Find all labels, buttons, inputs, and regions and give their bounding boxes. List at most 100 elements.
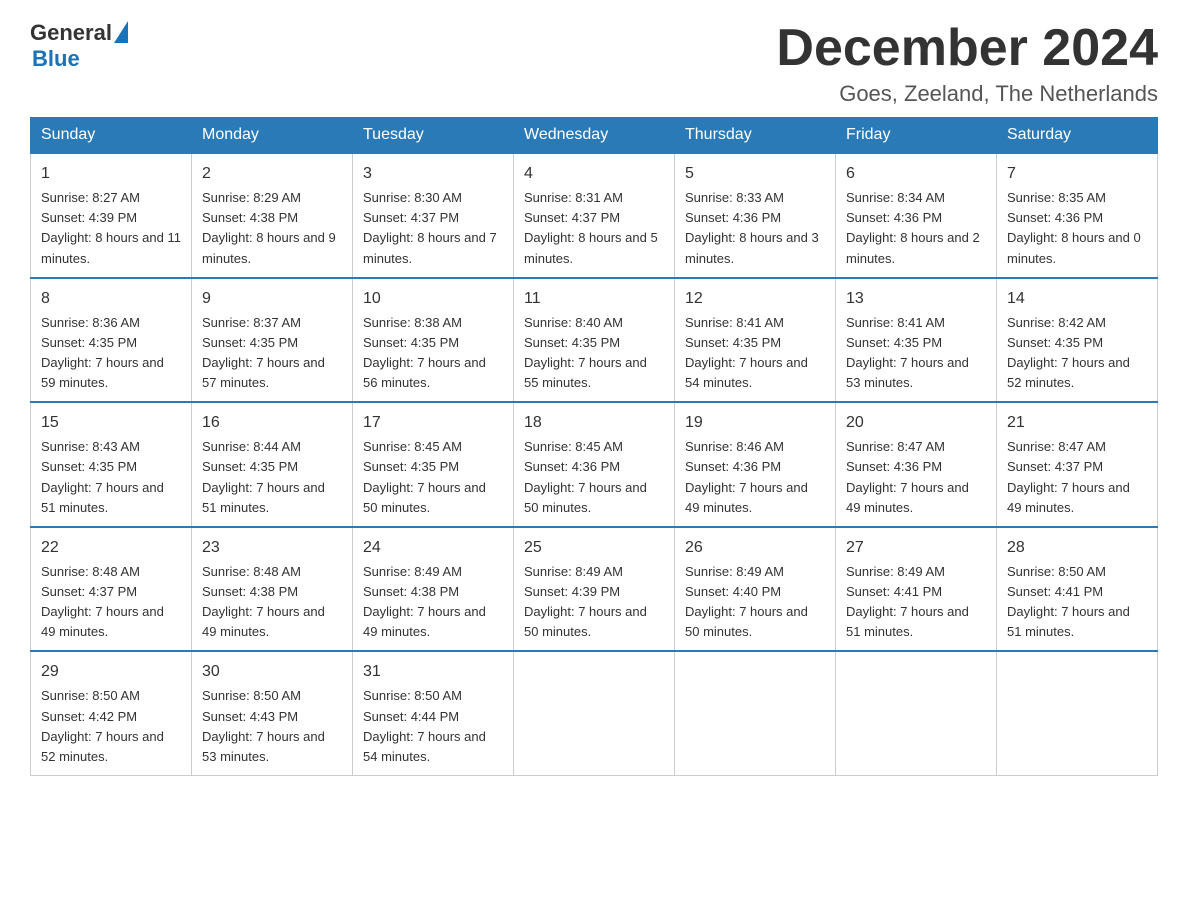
day-info: Sunrise: 8:36 AMSunset: 4:35 PMDaylight:…	[41, 315, 164, 390]
calendar-cell: 29 Sunrise: 8:50 AMSunset: 4:42 PMDayligh…	[31, 651, 192, 775]
day-info: Sunrise: 8:45 AMSunset: 4:36 PMDaylight:…	[524, 439, 647, 514]
calendar-cell: 11 Sunrise: 8:40 AMSunset: 4:35 PMDayligh…	[514, 278, 675, 403]
day-number: 1	[41, 162, 181, 186]
weekday-header-row: SundayMondayTuesdayWednesdayThursdayFrid…	[31, 118, 1158, 154]
day-info: Sunrise: 8:29 AMSunset: 4:38 PMDaylight:…	[202, 190, 336, 265]
day-number: 8	[41, 287, 181, 311]
day-info: Sunrise: 8:30 AMSunset: 4:37 PMDaylight:…	[363, 190, 497, 265]
calendar-cell: 6 Sunrise: 8:34 AMSunset: 4:36 PMDaylight…	[836, 153, 997, 278]
day-number: 2	[202, 162, 342, 186]
day-number: 29	[41, 660, 181, 684]
calendar-week-row: 15 Sunrise: 8:43 AMSunset: 4:35 PMDayligh…	[31, 402, 1158, 527]
day-info: Sunrise: 8:47 AMSunset: 4:36 PMDaylight:…	[846, 439, 969, 514]
calendar-cell: 28Sunrise: 8:50 AMSunset: 4:41 PMDayligh…	[997, 527, 1158, 652]
day-info: Sunrise: 8:37 AMSunset: 4:35 PMDaylight:…	[202, 315, 325, 390]
day-number: 6	[846, 162, 986, 186]
calendar-cell: 17 Sunrise: 8:45 AMSunset: 4:35 PMDayligh…	[353, 402, 514, 527]
day-number: 13	[846, 287, 986, 311]
day-info: Sunrise: 8:42 AMSunset: 4:35 PMDaylight:…	[1007, 315, 1130, 390]
day-number: 28	[1007, 536, 1147, 560]
calendar-cell	[836, 651, 997, 775]
day-number: 7	[1007, 162, 1147, 186]
day-info: Sunrise: 8:40 AMSunset: 4:35 PMDaylight:…	[524, 315, 647, 390]
day-number: 5	[685, 162, 825, 186]
day-number: 4	[524, 162, 664, 186]
calendar-week-row: 1 Sunrise: 8:27 AMSunset: 4:39 PMDaylight…	[31, 153, 1158, 278]
day-number: 10	[363, 287, 503, 311]
day-info: Sunrise: 8:50 AMSunset: 4:42 PMDaylight:…	[41, 688, 164, 763]
day-number: 11	[524, 287, 664, 311]
weekday-header-wednesday: Wednesday	[514, 118, 675, 154]
day-number: 31	[363, 660, 503, 684]
calendar-cell: 9 Sunrise: 8:37 AMSunset: 4:35 PMDaylight…	[192, 278, 353, 403]
day-info: Sunrise: 8:49 AMSunset: 4:41 PMDaylight:…	[846, 564, 969, 639]
calendar-cell: 15 Sunrise: 8:43 AMSunset: 4:35 PMDayligh…	[31, 402, 192, 527]
logo-text-general: General	[30, 20, 112, 46]
day-info: Sunrise: 8:46 AMSunset: 4:36 PMDaylight:…	[685, 439, 808, 514]
day-number: 30	[202, 660, 342, 684]
calendar-cell	[997, 651, 1158, 775]
day-info: Sunrise: 8:48 AMSunset: 4:37 PMDaylight:…	[41, 564, 164, 639]
day-info: Sunrise: 8:35 AMSunset: 4:36 PMDaylight:…	[1007, 190, 1141, 265]
day-info: Sunrise: 8:44 AMSunset: 4:35 PMDaylight:…	[202, 439, 325, 514]
calendar-cell: 26 Sunrise: 8:49 AMSunset: 4:40 PMDayligh…	[675, 527, 836, 652]
day-number: 23	[202, 536, 342, 560]
day-number: 22	[41, 536, 181, 560]
day-info: Sunrise: 8:33 AMSunset: 4:36 PMDaylight:…	[685, 190, 819, 265]
calendar-cell: 19 Sunrise: 8:46 AMSunset: 4:36 PMDayligh…	[675, 402, 836, 527]
day-number: 15	[41, 411, 181, 435]
day-number: 25	[524, 536, 664, 560]
calendar-cell: 12 Sunrise: 8:41 AMSunset: 4:35 PMDayligh…	[675, 278, 836, 403]
day-number: 21	[1007, 411, 1147, 435]
calendar-week-row: 8 Sunrise: 8:36 AMSunset: 4:35 PMDaylight…	[31, 278, 1158, 403]
day-number: 16	[202, 411, 342, 435]
month-title: December 2024	[776, 20, 1158, 77]
calendar-week-row: 22 Sunrise: 8:48 AMSunset: 4:37 PMDayligh…	[31, 527, 1158, 652]
day-info: Sunrise: 8:27 AMSunset: 4:39 PMDaylight:…	[41, 190, 181, 265]
calendar-cell: 1 Sunrise: 8:27 AMSunset: 4:39 PMDaylight…	[31, 153, 192, 278]
day-info: Sunrise: 8:31 AMSunset: 4:37 PMDaylight:…	[524, 190, 658, 265]
day-number: 26	[685, 536, 825, 560]
weekday-header-monday: Monday	[192, 118, 353, 154]
calendar-cell: 4 Sunrise: 8:31 AMSunset: 4:37 PMDaylight…	[514, 153, 675, 278]
day-number: 17	[363, 411, 503, 435]
day-number: 3	[363, 162, 503, 186]
location-title: Goes, Zeeland, The Netherlands	[776, 81, 1158, 107]
calendar-cell: 10 Sunrise: 8:38 AMSunset: 4:35 PMDayligh…	[353, 278, 514, 403]
day-number: 24	[363, 536, 503, 560]
day-number: 27	[846, 536, 986, 560]
calendar-cell: 30Sunrise: 8:50 AMSunset: 4:43 PMDayligh…	[192, 651, 353, 775]
title-block: December 2024 Goes, Zeeland, The Netherl…	[776, 20, 1158, 107]
day-number: 12	[685, 287, 825, 311]
day-info: Sunrise: 8:38 AMSunset: 4:35 PMDaylight:…	[363, 315, 486, 390]
calendar-cell: 13 Sunrise: 8:41 AMSunset: 4:35 PMDayligh…	[836, 278, 997, 403]
calendar-cell: 7 Sunrise: 8:35 AMSunset: 4:36 PMDaylight…	[997, 153, 1158, 278]
day-info: Sunrise: 8:43 AMSunset: 4:35 PMDaylight:…	[41, 439, 164, 514]
day-info: Sunrise: 8:41 AMSunset: 4:35 PMDaylight:…	[685, 315, 808, 390]
day-info: Sunrise: 8:41 AMSunset: 4:35 PMDaylight:…	[846, 315, 969, 390]
calendar-cell: 22 Sunrise: 8:48 AMSunset: 4:37 PMDayligh…	[31, 527, 192, 652]
day-info: Sunrise: 8:50 AMSunset: 4:44 PMDaylight:…	[363, 688, 486, 763]
calendar-week-row: 29 Sunrise: 8:50 AMSunset: 4:42 PMDayligh…	[31, 651, 1158, 775]
calendar-cell: 8 Sunrise: 8:36 AMSunset: 4:35 PMDaylight…	[31, 278, 192, 403]
weekday-header-friday: Friday	[836, 118, 997, 154]
day-info: Sunrise: 8:34 AMSunset: 4:36 PMDaylight:…	[846, 190, 980, 265]
calendar-cell: 20Sunrise: 8:47 AMSunset: 4:36 PMDayligh…	[836, 402, 997, 527]
calendar-cell: 18Sunrise: 8:45 AMSunset: 4:36 PMDayligh…	[514, 402, 675, 527]
calendar-cell: 31 Sunrise: 8:50 AMSunset: 4:44 PMDayligh…	[353, 651, 514, 775]
day-number: 19	[685, 411, 825, 435]
page-header: General Blue December 2024 Goes, Zeeland…	[30, 20, 1158, 107]
day-info: Sunrise: 8:45 AMSunset: 4:35 PMDaylight:…	[363, 439, 486, 514]
calendar-cell: 14Sunrise: 8:42 AMSunset: 4:35 PMDayligh…	[997, 278, 1158, 403]
calendar-cell: 16 Sunrise: 8:44 AMSunset: 4:35 PMDayligh…	[192, 402, 353, 527]
day-info: Sunrise: 8:48 AMSunset: 4:38 PMDaylight:…	[202, 564, 325, 639]
weekday-header-sunday: Sunday	[31, 118, 192, 154]
day-info: Sunrise: 8:49 AMSunset: 4:40 PMDaylight:…	[685, 564, 808, 639]
calendar-cell: 24Sunrise: 8:49 AMSunset: 4:38 PMDayligh…	[353, 527, 514, 652]
day-info: Sunrise: 8:47 AMSunset: 4:37 PMDaylight:…	[1007, 439, 1130, 514]
calendar-cell: 23 Sunrise: 8:48 AMSunset: 4:38 PMDayligh…	[192, 527, 353, 652]
day-number: 9	[202, 287, 342, 311]
calendar-cell: 21 Sunrise: 8:47 AMSunset: 4:37 PMDayligh…	[997, 402, 1158, 527]
weekday-header-saturday: Saturday	[997, 118, 1158, 154]
calendar-cell: 5 Sunrise: 8:33 AMSunset: 4:36 PMDaylight…	[675, 153, 836, 278]
